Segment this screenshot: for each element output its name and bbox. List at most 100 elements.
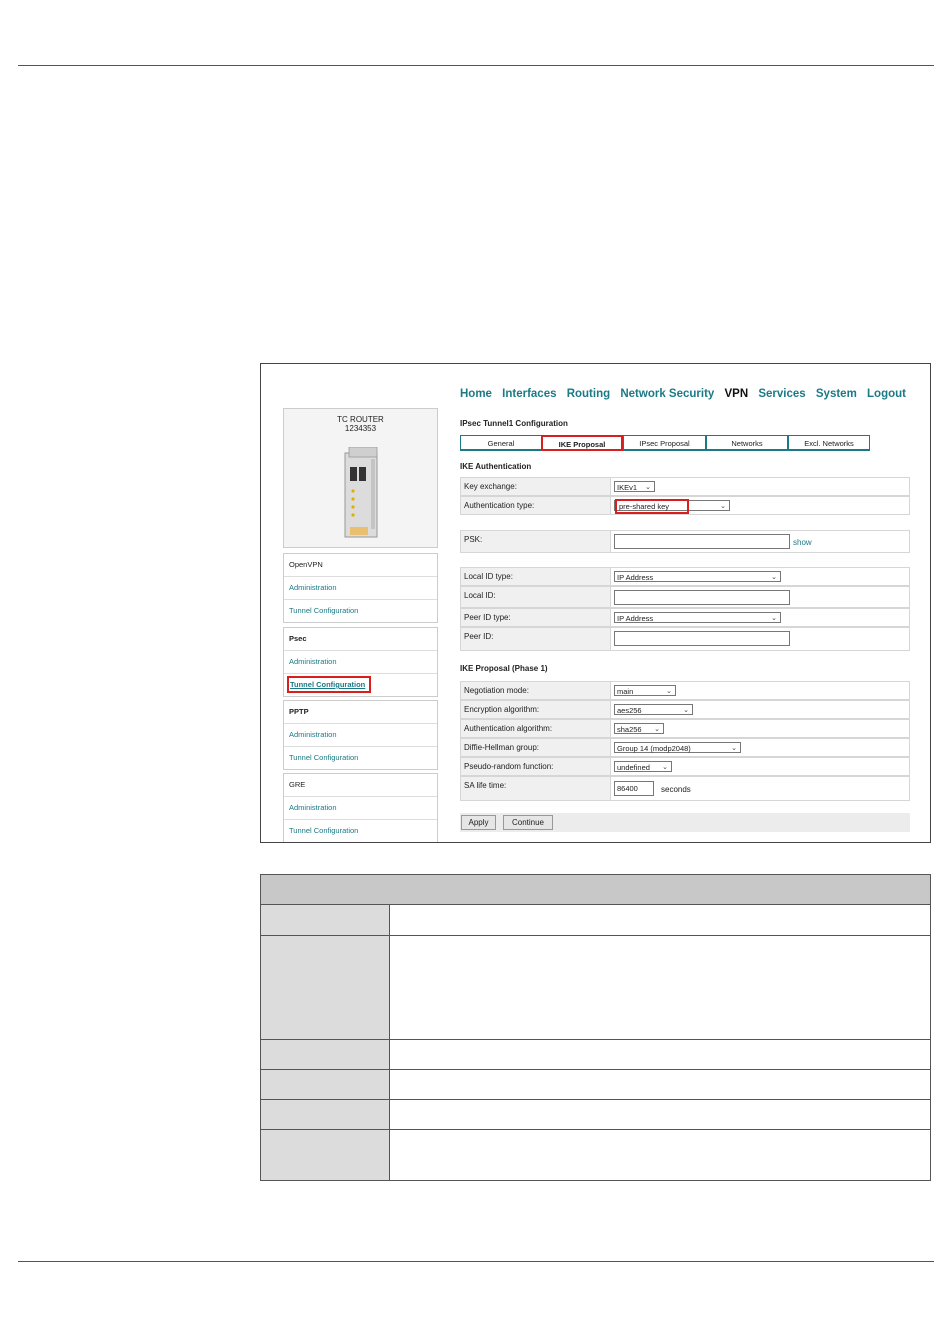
auth-alg-label: Authentication algorithm: — [464, 724, 553, 733]
nav-routing[interactable]: Routing — [567, 388, 610, 400]
sidebar-item-tunnel-configuration[interactable]: Tunnel Configuration — [284, 600, 437, 622]
local-id-label: Local ID: — [464, 591, 496, 600]
table-row — [260, 935, 931, 1040]
peer-id-type-select[interactable]: IP Address ⌄ — [614, 612, 781, 623]
tab-excl-networks[interactable]: Excl. Networks — [788, 435, 870, 451]
sidebar-item-tunnel-configuration[interactable]: Tunnel Configuration — [284, 747, 437, 769]
chevron-down-icon: ⌄ — [771, 574, 777, 581]
chevron-down-icon: ⌄ — [731, 745, 737, 752]
sidebar-group-title: Psec — [284, 628, 437, 651]
table-row — [260, 1069, 931, 1100]
prf-select[interactable]: undefined ⌄ — [614, 761, 672, 772]
sidebar-item-tunnel-configuration[interactable]: Tunnel Configuration — [284, 674, 437, 696]
auth-type-select[interactable]: pre-shared key ⌄ — [614, 499, 730, 514]
table-header — [260, 874, 931, 905]
button-bar: Apply Continue — [460, 813, 910, 832]
encryption-select[interactable]: aes256 ⌄ — [614, 704, 693, 715]
sidebar-item-tunnel-configuration[interactable]: Tunnel Configuration — [284, 820, 437, 842]
sidebar-item-administration[interactable]: Administration — [284, 797, 437, 820]
tab-general[interactable]: General — [460, 435, 542, 451]
show-psk-link[interactable]: show — [793, 538, 812, 547]
chevron-down-icon: ⌄ — [771, 615, 777, 622]
chevron-down-icon: ⌄ — [654, 726, 660, 733]
key-exchange-select[interactable]: IKEv1 ⌄ — [614, 481, 655, 492]
dh-group-select[interactable]: Group 14 (modp2048) ⌄ — [614, 742, 741, 753]
sidebar-group-gre: GRE Administration Tunnel Configuration — [283, 773, 438, 842]
highlighted-tunnel-config-link[interactable]: Tunnel Configuration — [286, 676, 372, 693]
dh-group-label: Diffie-Hellman group: — [464, 743, 539, 752]
negotiation-mode-select[interactable]: main ⌄ — [614, 685, 676, 696]
product-name: TC ROUTER — [337, 415, 384, 424]
sidebar-group-pptp: PPTP Administration Tunnel Configuration — [283, 700, 438, 770]
auth-alg-select[interactable]: sha256 ⌄ — [614, 723, 664, 734]
psk-label: PSK: — [464, 535, 483, 544]
peer-id-type-row: Peer ID type: IP Address ⌄ — [460, 608, 910, 627]
table-row — [260, 1129, 931, 1181]
sa-life-input[interactable]: 86400 — [614, 781, 654, 796]
product-panel: TC ROUTER 1234353 — [283, 408, 438, 548]
nav-interfaces[interactable]: Interfaces — [502, 388, 556, 400]
table-row — [260, 904, 931, 936]
product-number: 1234353 — [344, 424, 377, 433]
psk-row: PSK: show — [460, 530, 910, 553]
sidebar-group-ipsec: Psec Administration Tunnel Configuration — [283, 627, 438, 697]
sidebar-item-administration[interactable]: Administration — [284, 724, 437, 747]
bottom-rule — [18, 1261, 934, 1262]
prf-label: Pseudo-random function: — [464, 762, 554, 771]
nav-logout[interactable]: Logout — [867, 388, 906, 400]
nav-vpn[interactable]: VPN — [725, 388, 749, 400]
local-id-row: Local ID: — [460, 586, 910, 608]
auth-type-row: Authentication type: pre-shared key ⌄ — [460, 496, 910, 515]
negotiation-mode-label: Negotiation mode: — [464, 686, 529, 695]
nav-system[interactable]: System — [816, 388, 857, 400]
local-id-input[interactable] — [614, 590, 790, 605]
sa-life-row: SA life time: 86400 seconds — [460, 776, 910, 801]
chevron-down-icon: ⌄ — [662, 764, 668, 771]
continue-button[interactable]: Continue — [503, 815, 553, 830]
key-exchange-row: Key exchange: IKEv1 ⌄ — [460, 477, 910, 496]
sidebar-group-title: OpenVPN — [284, 554, 437, 577]
tab-ike-proposal[interactable]: IKE Proposal — [541, 435, 623, 451]
local-id-type-select[interactable]: IP Address ⌄ — [614, 571, 781, 582]
table-row — [260, 1099, 931, 1130]
local-id-type-label: Local ID type: — [464, 572, 513, 581]
encryption-label: Encryption algorithm: — [464, 705, 540, 714]
config-title: IPsec Tunnel1 Configuration — [460, 419, 568, 428]
top-rule — [18, 65, 934, 66]
router-device-image — [344, 447, 378, 538]
local-id-type-row: Local ID type: IP Address ⌄ — [460, 567, 910, 586]
ike-auth-title: IKE Authentication — [460, 462, 532, 471]
nav-network-security[interactable]: Network Security — [620, 388, 714, 400]
peer-id-label: Peer ID: — [464, 632, 494, 641]
peer-id-type-label: Peer ID type: — [464, 613, 511, 622]
table-row — [260, 1039, 931, 1070]
chevron-down-icon: ⌄ — [645, 484, 651, 491]
dh-group-row: Diffie-Hellman group: Group 14 (modp2048… — [460, 738, 910, 757]
sa-life-unit: seconds — [661, 785, 691, 794]
sa-life-label: SA life time: — [464, 781, 507, 790]
auth-alg-row: Authentication algorithm: sha256 ⌄ — [460, 719, 910, 738]
negotiation-mode-row: Negotiation mode: main ⌄ — [460, 681, 910, 700]
router-screenshot: Home Interfaces Routing Network Security… — [260, 363, 931, 843]
chevron-down-icon: ⌄ — [683, 707, 689, 714]
main-nav: Home Interfaces Routing Network Security… — [460, 388, 913, 400]
chevron-down-icon: ⌄ — [720, 503, 726, 510]
peer-id-row: Peer ID: — [460, 627, 910, 651]
prf-row: Pseudo-random function: undefined ⌄ — [460, 757, 910, 776]
sidebar-item-administration[interactable]: Administration — [284, 651, 437, 674]
apply-button[interactable]: Apply — [461, 815, 496, 830]
psk-input[interactable] — [614, 534, 790, 549]
tab-networks[interactable]: Networks — [706, 435, 788, 451]
auth-type-label: Authentication type: — [464, 501, 535, 510]
phase1-title: IKE Proposal (Phase 1) — [460, 664, 548, 673]
chevron-down-icon: ⌄ — [666, 688, 672, 695]
sidebar-item-administration[interactable]: Administration — [284, 577, 437, 600]
peer-id-input[interactable] — [614, 631, 790, 646]
nav-services[interactable]: Services — [758, 388, 805, 400]
sidebar-group-openvpn: OpenVPN Administration Tunnel Configurat… — [283, 553, 438, 623]
tab-ipsec-proposal[interactable]: IPsec Proposal — [623, 435, 706, 451]
nav-home[interactable]: Home — [460, 388, 492, 400]
sidebar-group-title: GRE — [284, 774, 437, 797]
sidebar-group-title: PPTP — [284, 701, 437, 724]
encryption-row: Encryption algorithm: aes256 ⌄ — [460, 700, 910, 719]
